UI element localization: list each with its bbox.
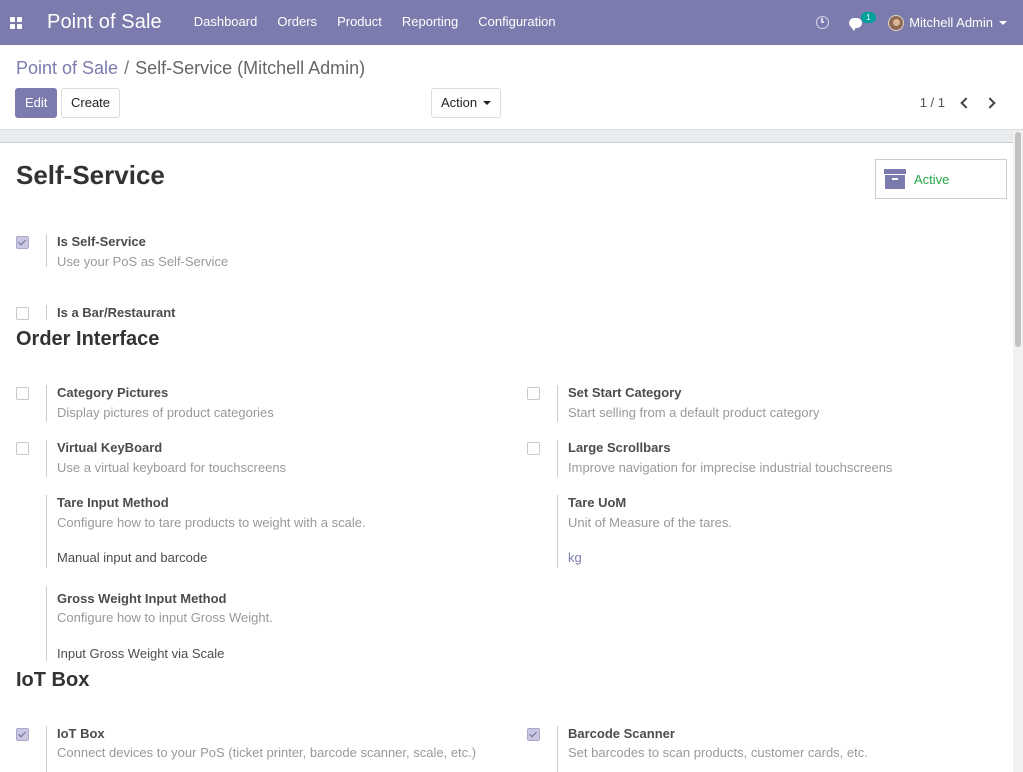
- pager-previous-icon[interactable]: [959, 97, 972, 109]
- setting-label: Virtual KeyBoard: [57, 440, 163, 455]
- tare-input-method-value[interactable]: Manual input and barcode: [57, 550, 207, 565]
- menu-product[interactable]: Product: [327, 0, 392, 45]
- activity-clock-icon[interactable]: [816, 16, 830, 29]
- user-name: Mitchell Admin: [909, 15, 993, 30]
- breadcrumb-separator: /: [124, 58, 130, 78]
- setting-label: Tare Input Method: [57, 495, 169, 510]
- control-panel: Point of Sale / Self-Service (Mitchell Adm…: [0, 45, 1023, 130]
- pager-next-icon[interactable]: [984, 97, 996, 109]
- menu-orders[interactable]: Orders: [267, 0, 327, 45]
- setting-label: Gross Weight Input Method: [57, 591, 227, 606]
- user-menu[interactable]: Mitchell Admin: [888, 14, 1007, 31]
- setting-help: Set barcodes to scan products, customer …: [568, 745, 868, 760]
- navbar-systray: 1 Mitchell Admin: [816, 0, 1023, 45]
- category-pictures-checkbox[interactable]: [16, 387, 29, 400]
- breadcrumb: Point of Sale / Self-Service (Mitchell Adm…: [16, 58, 365, 79]
- caret-down-icon: [483, 100, 492, 105]
- action-dropdown-button[interactable]: Action: [431, 88, 502, 118]
- is-self-service-checkbox[interactable]: [16, 236, 29, 249]
- page-title: Self-Service: [16, 160, 165, 190]
- setting-help: Connect devices to your PoS (ticket prin…: [57, 745, 477, 760]
- setting-help: Use a virtual keyboard for touchscreens: [57, 460, 287, 475]
- iot-box-checkbox[interactable]: [16, 728, 29, 741]
- breadcrumb-current: Self-Service (Mitchell Admin): [135, 58, 366, 78]
- create-button[interactable]: Create: [61, 88, 121, 118]
- setting-help: Unit of Measure of the tares.: [568, 515, 733, 530]
- vertical-scrollbar[interactable]: [1013, 131, 1023, 772]
- messaging-menu[interactable]: 1: [849, 11, 876, 31]
- action-label: Action: [441, 95, 478, 110]
- setting-help: Use your PoS as Self-Service: [57, 254, 229, 269]
- apps-menu-icon[interactable]: [1, 0, 31, 45]
- setting-help: Display pictures of product categories: [57, 405, 274, 420]
- setting-label: Tare UoM: [568, 495, 627, 510]
- active-label: Active: [914, 171, 950, 187]
- setting-help: Configure how to tare products to weight…: [57, 515, 366, 530]
- pager-value[interactable]: 1 / 1: [920, 95, 945, 110]
- setting-help: Configure how to input Gross Weight.: [57, 610, 273, 625]
- menu-reporting[interactable]: Reporting: [392, 0, 468, 45]
- tare-uom-link[interactable]: kg: [568, 550, 582, 565]
- main-menu: Dashboard Orders Product Reporting Confi…: [184, 0, 566, 45]
- avatar: [888, 14, 905, 31]
- virtual-keyboard-checkbox[interactable]: [16, 442, 29, 455]
- setting-label: IoT Box: [57, 726, 105, 741]
- section-title-iot-box: IoT Box: [16, 669, 90, 691]
- app-brand[interactable]: Point of Sale: [47, 11, 162, 34]
- large-scrollbars-checkbox[interactable]: [527, 442, 540, 455]
- form-view: Self-Service Active Is Self-Service Use …: [0, 131, 1023, 772]
- messages-count-badge: 1: [861, 11, 876, 23]
- caret-down-icon: [999, 20, 1007, 25]
- menu-dashboard[interactable]: Dashboard: [184, 0, 268, 45]
- set-start-category-checkbox[interactable]: [527, 387, 540, 400]
- setting-help: Improve navigation for imprecise industr…: [568, 460, 893, 475]
- barcode-scanner-checkbox[interactable]: [527, 728, 540, 741]
- menu-configuration[interactable]: Configuration: [468, 0, 565, 45]
- setting-label: Barcode Scanner: [568, 726, 675, 741]
- gross-weight-input-method-value[interactable]: Input Gross Weight via Scale: [57, 646, 224, 661]
- setting-label: Category Pictures: [57, 385, 169, 400]
- section-title-order-interface: Order Interface: [16, 328, 160, 350]
- setting-label: Is Self-Service: [57, 234, 146, 249]
- setting-label: Is a Bar/Restaurant: [57, 305, 176, 320]
- edit-button[interactable]: Edit: [15, 88, 58, 118]
- is-bar-restaurant-checkbox[interactable]: [16, 307, 29, 320]
- scrollbar-thumb[interactable]: [1015, 132, 1021, 347]
- setting-help: Start selling from a default product cat…: [568, 405, 820, 420]
- top-navbar: Point of Sale Dashboard Orders Product R…: [0, 0, 1023, 45]
- archive-icon: [884, 169, 906, 189]
- breadcrumb-parent[interactable]: Point of Sale: [16, 58, 118, 78]
- active-toggle-button[interactable]: Active: [875, 159, 1007, 199]
- setting-label: Set Start Category: [568, 385, 682, 400]
- setting-label: Large Scrollbars: [568, 440, 671, 455]
- form-sheet: Self-Service Active Is Self-Service Use …: [0, 142, 1013, 772]
